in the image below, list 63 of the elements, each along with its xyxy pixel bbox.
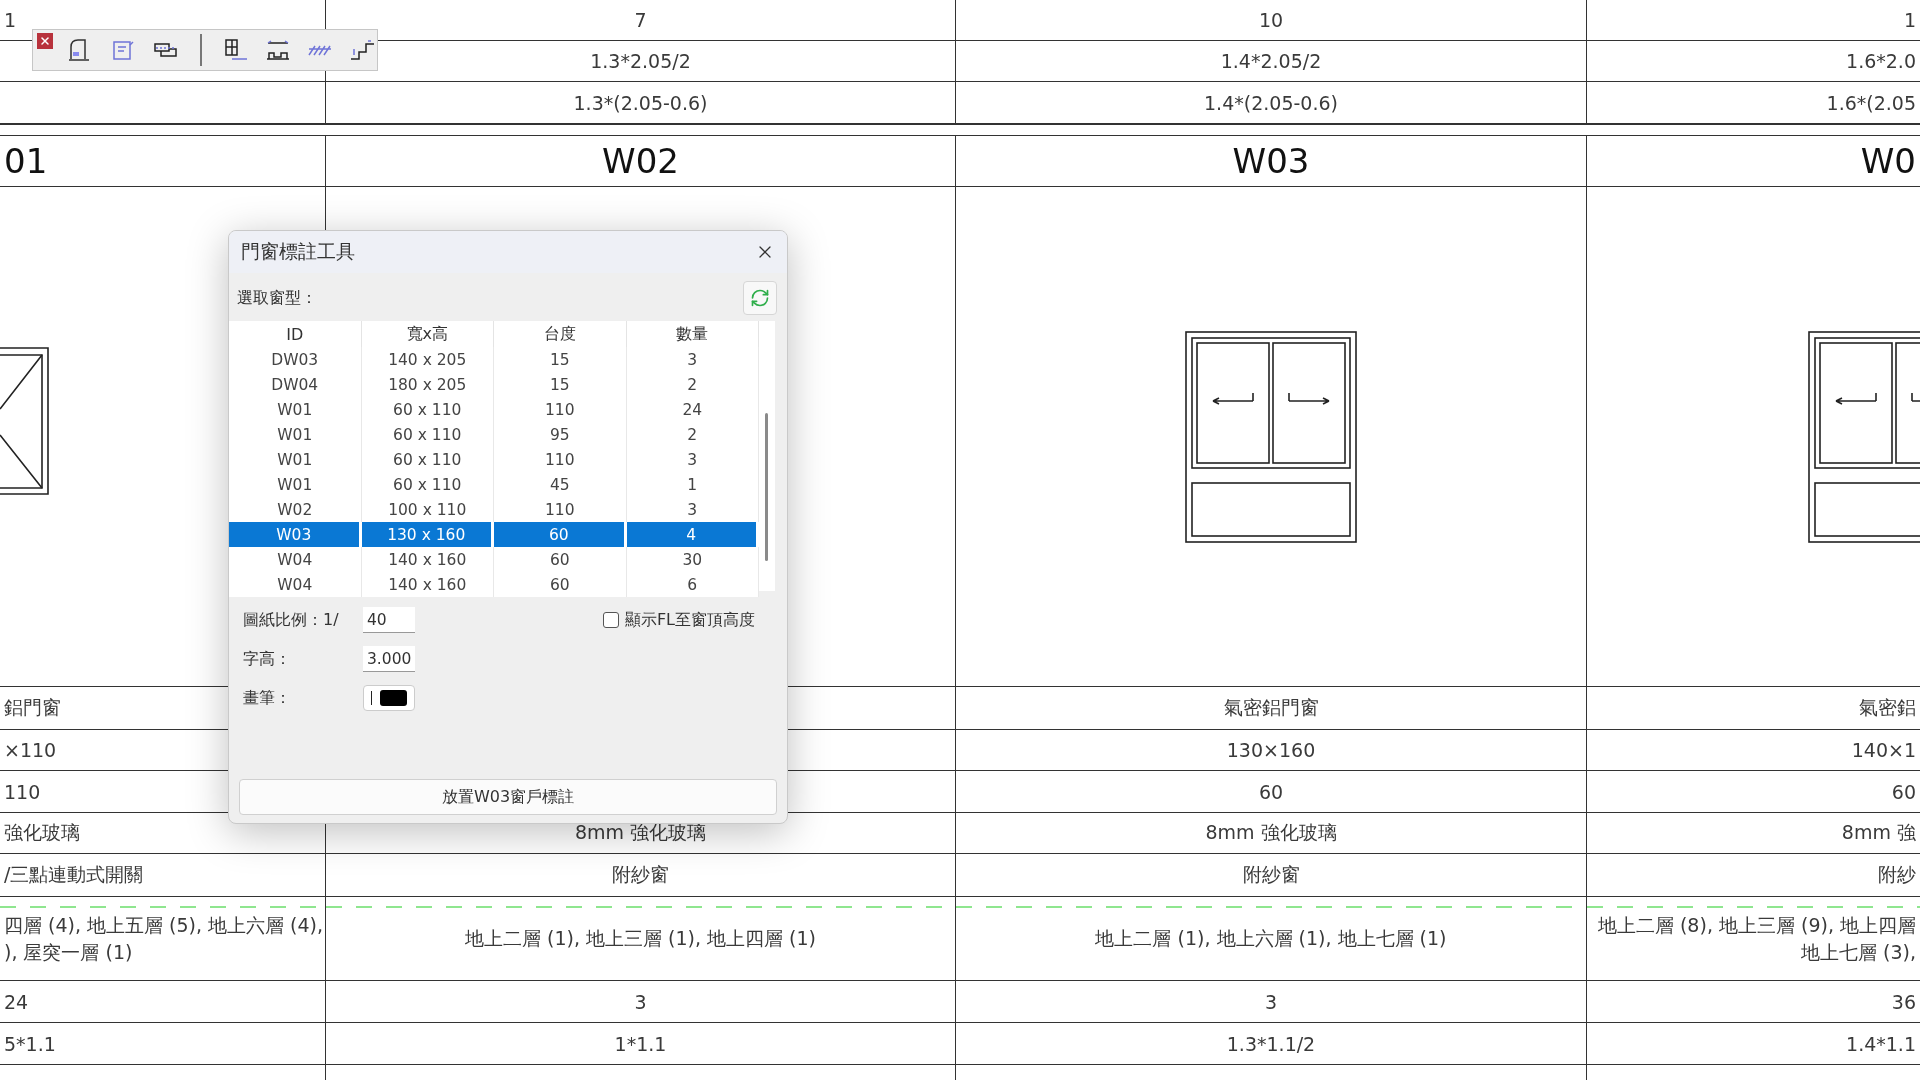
table-cell: 1.4*(2.05-0.6) [956, 82, 1587, 124]
table-cell-text: 附紗窗 [612, 862, 669, 887]
table-cell-text: 附紗窗 [1242, 862, 1300, 887]
table-cell: W03 [956, 136, 1587, 187]
table-cell-text: 地上二層 (8), 地上三層 (9), 地上四層 [1597, 912, 1916, 938]
table-cell: 5*1.1 [4, 1032, 56, 1055]
table-cell: 36 [1891, 990, 1916, 1013]
table-cell: 130×160 [1226, 739, 1316, 761]
input-field[interactable]: 3.000 [363, 646, 415, 672]
field-label: 字高： [243, 648, 292, 670]
input-field[interactable]: 40 [363, 607, 415, 633]
close-button[interactable] [37, 33, 53, 49]
table-cell: W02 [326, 136, 956, 187]
table-cell: 1.4*1.1 [1846, 1032, 1916, 1055]
table-cell: 1.4*2.05/2 [956, 41, 1587, 82]
checkbox-label: 顯示FL至窗頂高度 [624, 609, 755, 631]
table-cell: 140×1 [1851, 739, 1916, 761]
table-row[interactable]: W04 140 x 160 60 6 [229, 572, 759, 597]
dialog-title: 門窗標註工具 [241, 239, 355, 264]
table-cell: 10 [956, 0, 1587, 41]
table-cell-text: 附紗 [1878, 862, 1916, 887]
refresh-icon [750, 288, 770, 308]
table-cell-text: 8mm 強 [1841, 820, 1916, 845]
table-cell: 60 [494, 572, 627, 597]
refresh-button[interactable] [743, 281, 777, 315]
table-cell: 1.3*1.1/2 [1226, 1032, 1316, 1055]
field-label: 選取窗型： [237, 287, 317, 309]
table-cell: 60 [1891, 780, 1916, 803]
table-cell-text: 氣密鋁 [1859, 695, 1916, 720]
table-cell: W0 [1587, 136, 1920, 187]
table-cell-text: 8mm 強化玻璃 [574, 820, 707, 845]
place-tag-button[interactable]: 放置W03窗戶標註 [239, 779, 777, 815]
table-cell: 3 [634, 990, 647, 1013]
table-cell-text: 地上七層 (3), [1801, 939, 1916, 965]
table-cell-text: 氣密鋁門窗 [1223, 695, 1319, 720]
table-cell: 1.3*(2.05-0.6) [326, 82, 956, 124]
table-cell-text: 地上二層 (1), 地上六層 (1), 地上七層 (1) [1095, 926, 1447, 952]
table-cell: W04 [229, 572, 362, 597]
table-cell-text: 強化玻璃 [4, 820, 80, 845]
table-row[interactable]: W03 130 x 160 60 4 [229, 522, 759, 547]
table-cell: 1.6*(2.05 [1587, 82, 1920, 124]
table-cell: 3 [1264, 990, 1278, 1013]
table-cell-text: 鋁門窗 [4, 695, 61, 720]
table-cell: 24 [4, 990, 29, 1013]
pen-picker[interactable] [363, 685, 415, 711]
table-cell-text: 8mm 強化玻璃 [1205, 820, 1337, 845]
table-cell: 1 [1587, 0, 1920, 41]
table-cell-text: /三點連動式開關 [4, 862, 144, 887]
table-cell: 1.6*2.0 [1587, 41, 1920, 82]
table-cell: 01 [0, 136, 326, 187]
table-cell: 60 [1258, 780, 1284, 803]
table-cell-text: ), 屋突一層 (1) [4, 939, 133, 965]
checkbox[interactable] [602, 612, 619, 628]
table-cell: 1*1.1 [614, 1032, 667, 1055]
table-cell-text: 地上二層 (1), 地上三層 (1), 地上四層 (1) [465, 926, 816, 952]
table-cell-text: 四層 (4), 地上五層 (5), 地上六層 (4), [4, 912, 324, 938]
table-cell: ×110 [4, 739, 57, 761]
scrollbar-thumb[interactable] [764, 413, 768, 561]
table-cell: 140 x 160 [361, 572, 494, 597]
table-cell: 110 [4, 780, 41, 803]
field-label: 畫筆： [243, 687, 292, 709]
field-label: 圖紙比例：1/ [243, 609, 340, 631]
close-icon [39, 35, 51, 47]
